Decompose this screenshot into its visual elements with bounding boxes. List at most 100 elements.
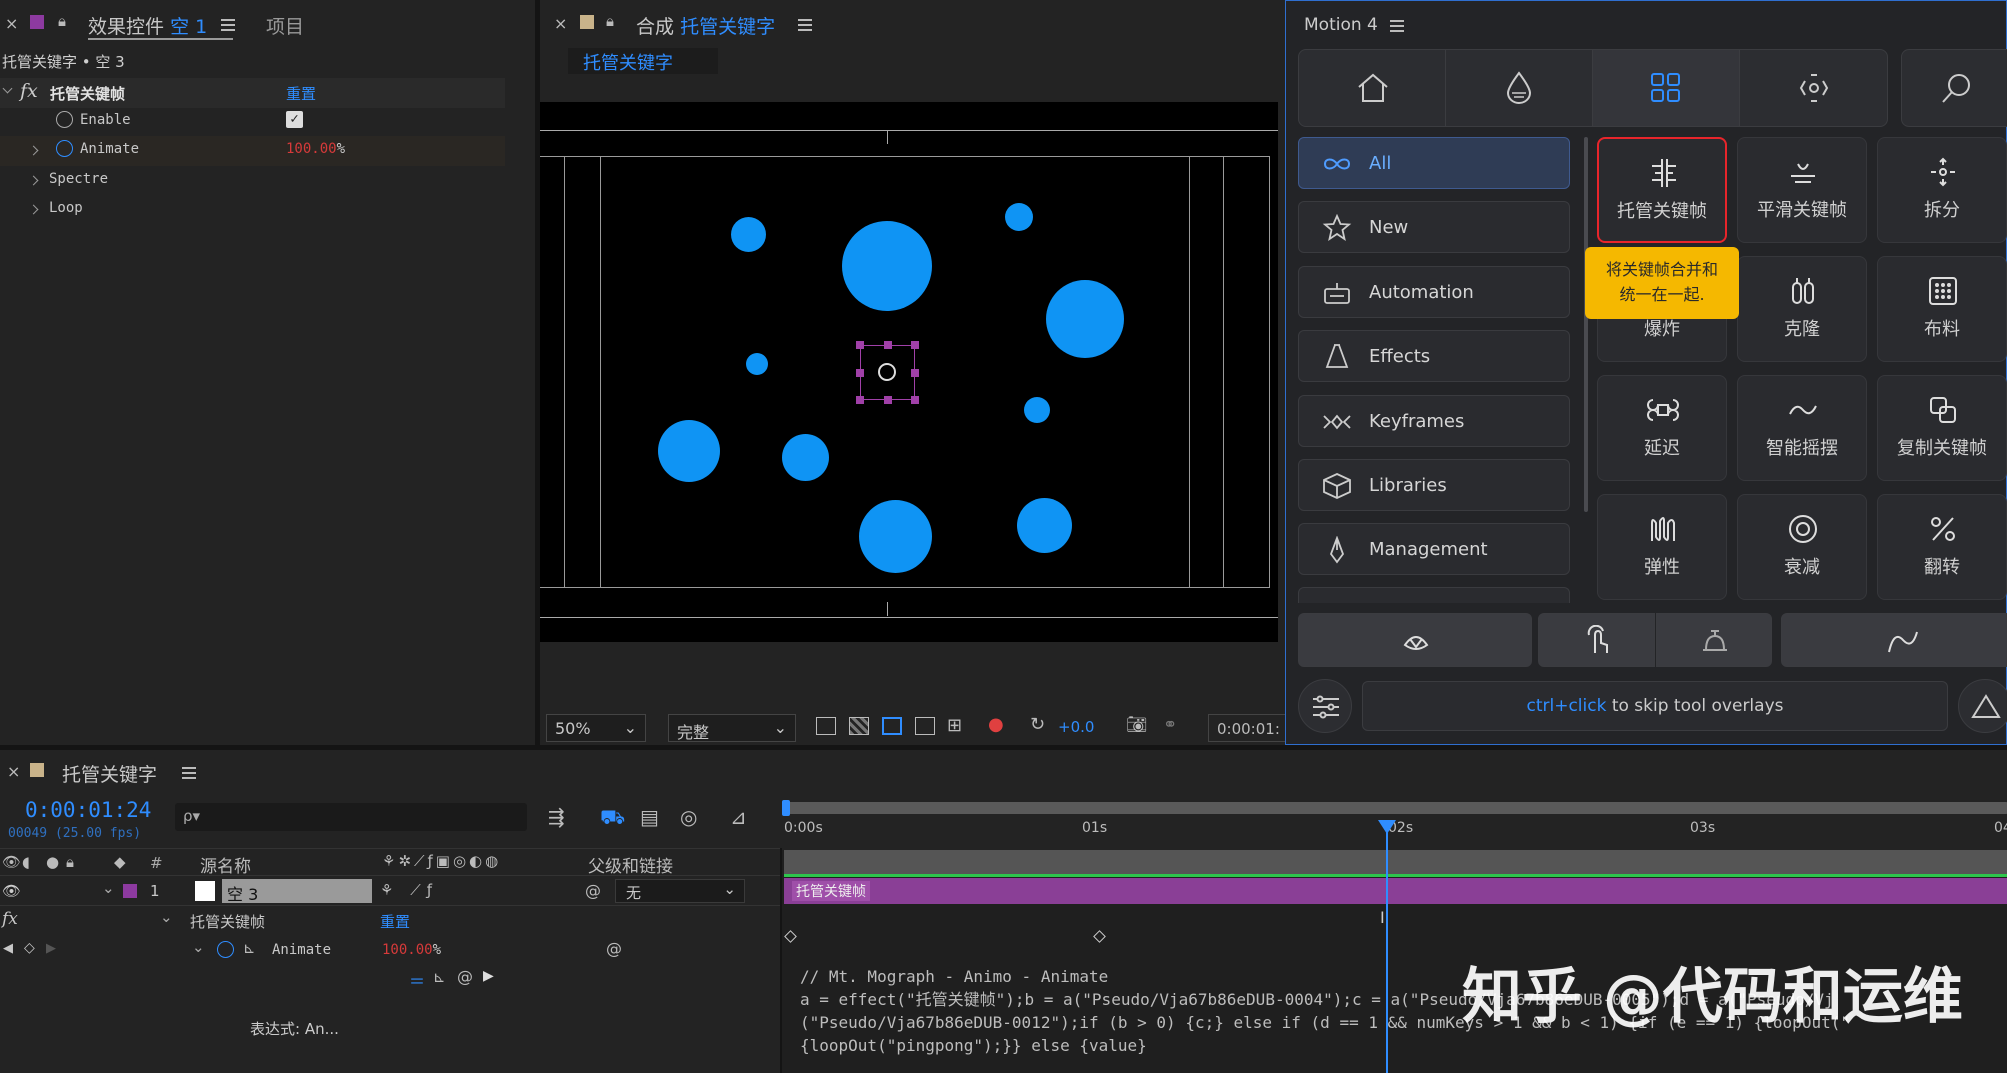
effect-row[interactable]: fx 托管关键帧 重置 — [0, 78, 505, 108]
circle-shape[interactable] — [1024, 397, 1050, 423]
tool-decay[interactable]: 衰减 — [1737, 494, 1867, 600]
next-keyframe-icon[interactable]: ▶ — [46, 941, 56, 956]
nav-search[interactable] — [1901, 49, 2007, 127]
search-input[interactable]: ρ▾ — [175, 803, 527, 831]
tool-host-keyframe[interactable]: 托管关键帧 — [1597, 137, 1727, 243]
circle-shape[interactable] — [1046, 280, 1124, 358]
circle-shape[interactable] — [782, 434, 829, 481]
tool-smooth-keyframe[interactable]: 平滑关键帧 — [1737, 137, 1867, 243]
handle[interactable] — [884, 396, 892, 404]
visibility-icon[interactable]: 👁︎ — [2, 853, 21, 871]
expression-graph-icon[interactable]: ⊾ — [433, 968, 446, 986]
tool-split[interactable]: 拆分 — [1877, 137, 2007, 243]
comp-canvas[interactable] — [540, 102, 1278, 642]
expand-chevron[interactable]: ⌄ — [102, 879, 115, 897]
prev-keyframe-icon[interactable]: ◀ — [3, 941, 13, 956]
prop-row-loop[interactable]: Loop — [0, 195, 505, 225]
chevron-right-icon[interactable] — [28, 145, 39, 156]
fx-icon[interactable]: fx — [20, 80, 38, 102]
close-icon[interactable]: × — [7, 762, 20, 781]
null-object-bounds[interactable] — [856, 341, 919, 404]
chevron-right-icon[interactable] — [28, 175, 39, 186]
category-new[interactable]: New — [1298, 201, 1570, 253]
category-partial[interactable] — [1298, 587, 1570, 603]
add-keyframe-icon[interactable]: ◇ — [24, 940, 35, 956]
exposure-value[interactable]: +0.0 — [1058, 718, 1094, 736]
comp-viewer[interactable] — [540, 102, 1278, 642]
show-snapshot-icon[interactable]: ⚭ — [1163, 715, 1177, 735]
handle[interactable] — [856, 341, 864, 349]
snapshot-icon[interactable]: 📷︎ — [1126, 715, 1148, 735]
column-divider[interactable] — [780, 848, 782, 1073]
circle-shape[interactable] — [842, 221, 932, 311]
circle-shape[interactable] — [1005, 203, 1033, 231]
category-all[interactable]: All — [1298, 137, 1570, 189]
pickwhip-icon[interactable]: @ — [585, 881, 601, 900]
action-button-bell[interactable] — [1656, 613, 1772, 667]
tool-elastic[interactable]: 弹性 — [1597, 494, 1727, 600]
circle-shape[interactable] — [1017, 498, 1072, 553]
timecode[interactable]: 0:00:01:24 — [25, 798, 151, 822]
handle[interactable] — [911, 369, 919, 377]
stopwatch-icon[interactable] — [56, 140, 73, 157]
close-icon[interactable]: × — [554, 14, 567, 33]
handle[interactable] — [884, 341, 892, 349]
close-icon[interactable]: × — [5, 14, 18, 33]
work-area-bar[interactable] — [784, 802, 2007, 814]
zoom-select[interactable]: 50% ⌄ — [546, 714, 646, 742]
reset-link[interactable]: 重置 — [286, 83, 316, 104]
anchor-point-icon[interactable] — [878, 363, 896, 381]
graph-editor-icon[interactable]: ⊿ — [730, 805, 747, 829]
comp-subtab[interactable]: 托管关键字 — [568, 48, 718, 74]
category-libraries[interactable]: Libraries — [1298, 459, 1570, 511]
frame-blending-icon[interactable]: ▤ — [640, 805, 659, 829]
category-automation[interactable]: Automation — [1298, 266, 1570, 318]
comp-timecode[interactable]: 0:00:01: — [1208, 714, 1288, 742]
tab-project[interactable]: 项目 — [266, 12, 304, 39]
nav-grid[interactable] — [1593, 50, 1740, 126]
category-effects[interactable]: Effects — [1298, 330, 1570, 382]
expand-chevron[interactable]: ⌄ — [192, 938, 205, 956]
parent-select[interactable]: 无 ⌄ — [615, 879, 745, 903]
quality-select[interactable]: 完整 ⌄ — [668, 714, 796, 742]
panel-menu-icon[interactable] — [182, 767, 196, 779]
work-area-start[interactable] — [782, 800, 790, 816]
mask-visibility-icon[interactable] — [882, 717, 902, 735]
layer-row[interactable]: 👁︎ ⌄ 1 空 3 ⚘ ⟋ƒ @ 无 ⌄ — [0, 876, 780, 906]
expression-language-menu-icon[interactable]: ▶ — [483, 968, 494, 984]
lock-icon[interactable]: 🔒︎ — [606, 12, 614, 30]
enable-checkbox[interactable]: ✓ — [286, 111, 303, 128]
col-parent[interactable]: 父级和链接 — [588, 852, 673, 877]
tab-timeline[interactable]: 托管关键字 — [62, 760, 157, 787]
transparency-grid-icon[interactable] — [849, 717, 869, 735]
fast-preview-icon[interactable] — [816, 717, 836, 735]
prop-row-spectre[interactable]: Spectre — [0, 166, 505, 196]
solo-icon[interactable]: ● — [46, 853, 59, 871]
pickwhip-icon[interactable]: @ — [606, 939, 622, 958]
animate-value[interactable]: 100.00% — [286, 141, 345, 157]
tool-flip[interactable]: 翻转 — [1877, 494, 2007, 600]
lock-icon[interactable]: 🔒︎ — [58, 12, 66, 30]
panel-menu-icon[interactable] — [1390, 20, 1404, 32]
panel-menu-icon[interactable] — [798, 19, 812, 31]
circle-shape[interactable] — [731, 217, 766, 252]
channels-icon[interactable]: ● — [988, 714, 1004, 735]
layer-duration-bar[interactable]: 托管关键帧 — [784, 878, 2007, 904]
handle[interactable] — [856, 369, 864, 377]
enable-expression-icon[interactable]: ＝ — [409, 968, 425, 992]
panel-menu-icon[interactable] — [221, 19, 235, 31]
expand-chevron[interactable]: ⌄ — [160, 908, 173, 926]
tool-smart-wiggle[interactable]: 智能摇摆 — [1737, 375, 1867, 481]
category-management[interactable]: Management — [1298, 523, 1570, 575]
tool-cloth[interactable]: 布料 — [1877, 256, 2007, 362]
keyframe-diamond[interactable] — [784, 930, 797, 943]
tool-copy-keyframe[interactable]: 复制关键帧 — [1877, 375, 2007, 481]
tab-composition[interactable]: 合成 托管关键字 — [636, 12, 775, 39]
comp-mini-flowchart-icon[interactable]: ⇶ — [548, 805, 565, 829]
layer-name[interactable]: 空 3 — [222, 879, 372, 904]
handle[interactable] — [856, 396, 864, 404]
action-button-hand[interactable] — [1298, 613, 1532, 667]
grid-guides-icon[interactable]: ⊞ — [947, 715, 962, 736]
audio-icon[interactable]: ◖ — [22, 853, 30, 871]
draft-3d-icon[interactable]: ⛟ — [600, 805, 625, 832]
